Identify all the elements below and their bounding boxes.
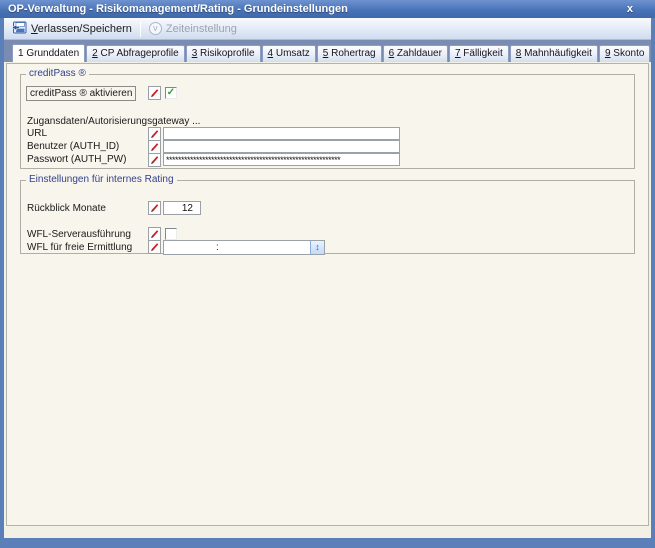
- tab-bar: 1 Grunddaten 2 CP Abfrageprofile 3 Risikop…: [4, 40, 651, 62]
- edit-icon[interactable]: [148, 86, 161, 100]
- save-exit-label: Verlassen/Speichern: [31, 22, 132, 35]
- wfl-server-label: WFL-Serverausführung: [27, 229, 131, 240]
- url-input[interactable]: [163, 127, 400, 140]
- wfl-free-value: :: [216, 242, 219, 253]
- time-settings-icon: v: [148, 22, 162, 35]
- tab-skonto[interactable]: 9 Skonto: [598, 45, 651, 62]
- tab-mahnhaeufigkeit[interactable]: 8 Mahnhäufigkeit: [509, 45, 598, 62]
- internal-rating-group: Einstellungen für internes Rating Rückbl…: [20, 174, 635, 255]
- creditpass-activate-checkbox[interactable]: ✓: [165, 87, 177, 99]
- tab-umsatz[interactable]: 4 Umsatz: [261, 45, 316, 62]
- window-body: Verlassen/Speichern v Zeiteinstellung 1 …: [0, 18, 655, 548]
- save-exit-icon: [11, 21, 27, 37]
- tab-page-grunddaten: creditPass ® creditPass ® aktivieren ✓ Z…: [6, 63, 649, 526]
- save-exit-button[interactable]: Verlassen/Speichern: [8, 20, 136, 38]
- edit-icon[interactable]: [148, 201, 161, 215]
- tab-zahldauer[interactable]: 6 Zahldauer: [382, 45, 448, 62]
- toolbar-separator: [139, 20, 141, 37]
- creditpass-activate-label: creditPass ® aktivieren: [26, 86, 137, 101]
- tab-cp-abfrageprofile[interactable]: 2 CP Abfrageprofile: [86, 45, 185, 62]
- toolbar: Verlassen/Speichern v Zeiteinstellung: [4, 18, 651, 40]
- access-data-heading: Zugansdaten/Autorisierungsgateway ...: [27, 116, 201, 127]
- creditpass-group: creditPass ® creditPass ® aktivieren ✓ Z…: [20, 68, 635, 169]
- edit-icon[interactable]: [148, 127, 161, 141]
- wfl-free-label: WFL für freie Ermittlung: [27, 242, 133, 253]
- edit-icon[interactable]: [148, 240, 161, 254]
- edit-icon[interactable]: [148, 140, 161, 154]
- url-label: URL: [27, 128, 48, 139]
- title-bar: OP-Verwaltung - Risikomanagement/Rating …: [0, 0, 655, 18]
- window-title: OP-Verwaltung - Risikomanagement/Rating …: [8, 3, 348, 15]
- password-label: Passwort (AUTH_PW): [27, 154, 127, 165]
- user-label: Benutzer (AUTH_ID): [27, 141, 120, 152]
- lookback-months-input[interactable]: [163, 201, 201, 215]
- time-settings-label: Zeiteinstellung: [165, 22, 237, 35]
- close-icon[interactable]: x: [627, 3, 633, 15]
- tab-faelligkeit[interactable]: 7 Fälligkeit: [448, 45, 509, 62]
- wfl-free-combobox[interactable]: : ↕: [163, 240, 325, 255]
- creditpass-group-title: creditPass ®: [26, 68, 89, 79]
- internal-rating-group-title: Einstellungen für internes Rating: [26, 174, 177, 185]
- tab-risikoprofile[interactable]: 3 Risikoprofile: [185, 45, 261, 62]
- tab-rohertrag[interactable]: 5 Rohertrag: [316, 45, 382, 62]
- combo-spinner-icon[interactable]: ↕: [310, 241, 324, 254]
- lookback-months-label: Rückblick Monate: [27, 203, 106, 214]
- page-wrapper: creditPass ® creditPass ® aktivieren ✓ Z…: [4, 62, 651, 538]
- edit-icon[interactable]: [148, 227, 161, 241]
- user-input[interactable]: [163, 140, 400, 153]
- time-settings-button[interactable]: v Zeiteinstellung: [145, 21, 241, 36]
- edit-icon[interactable]: [148, 153, 161, 167]
- password-input[interactable]: [163, 153, 400, 166]
- tab-grunddaten[interactable]: 1 Grunddaten: [12, 44, 86, 62]
- app-window: OP-Verwaltung - Risikomanagement/Rating …: [0, 0, 655, 548]
- wfl-server-checkbox[interactable]: [165, 228, 177, 240]
